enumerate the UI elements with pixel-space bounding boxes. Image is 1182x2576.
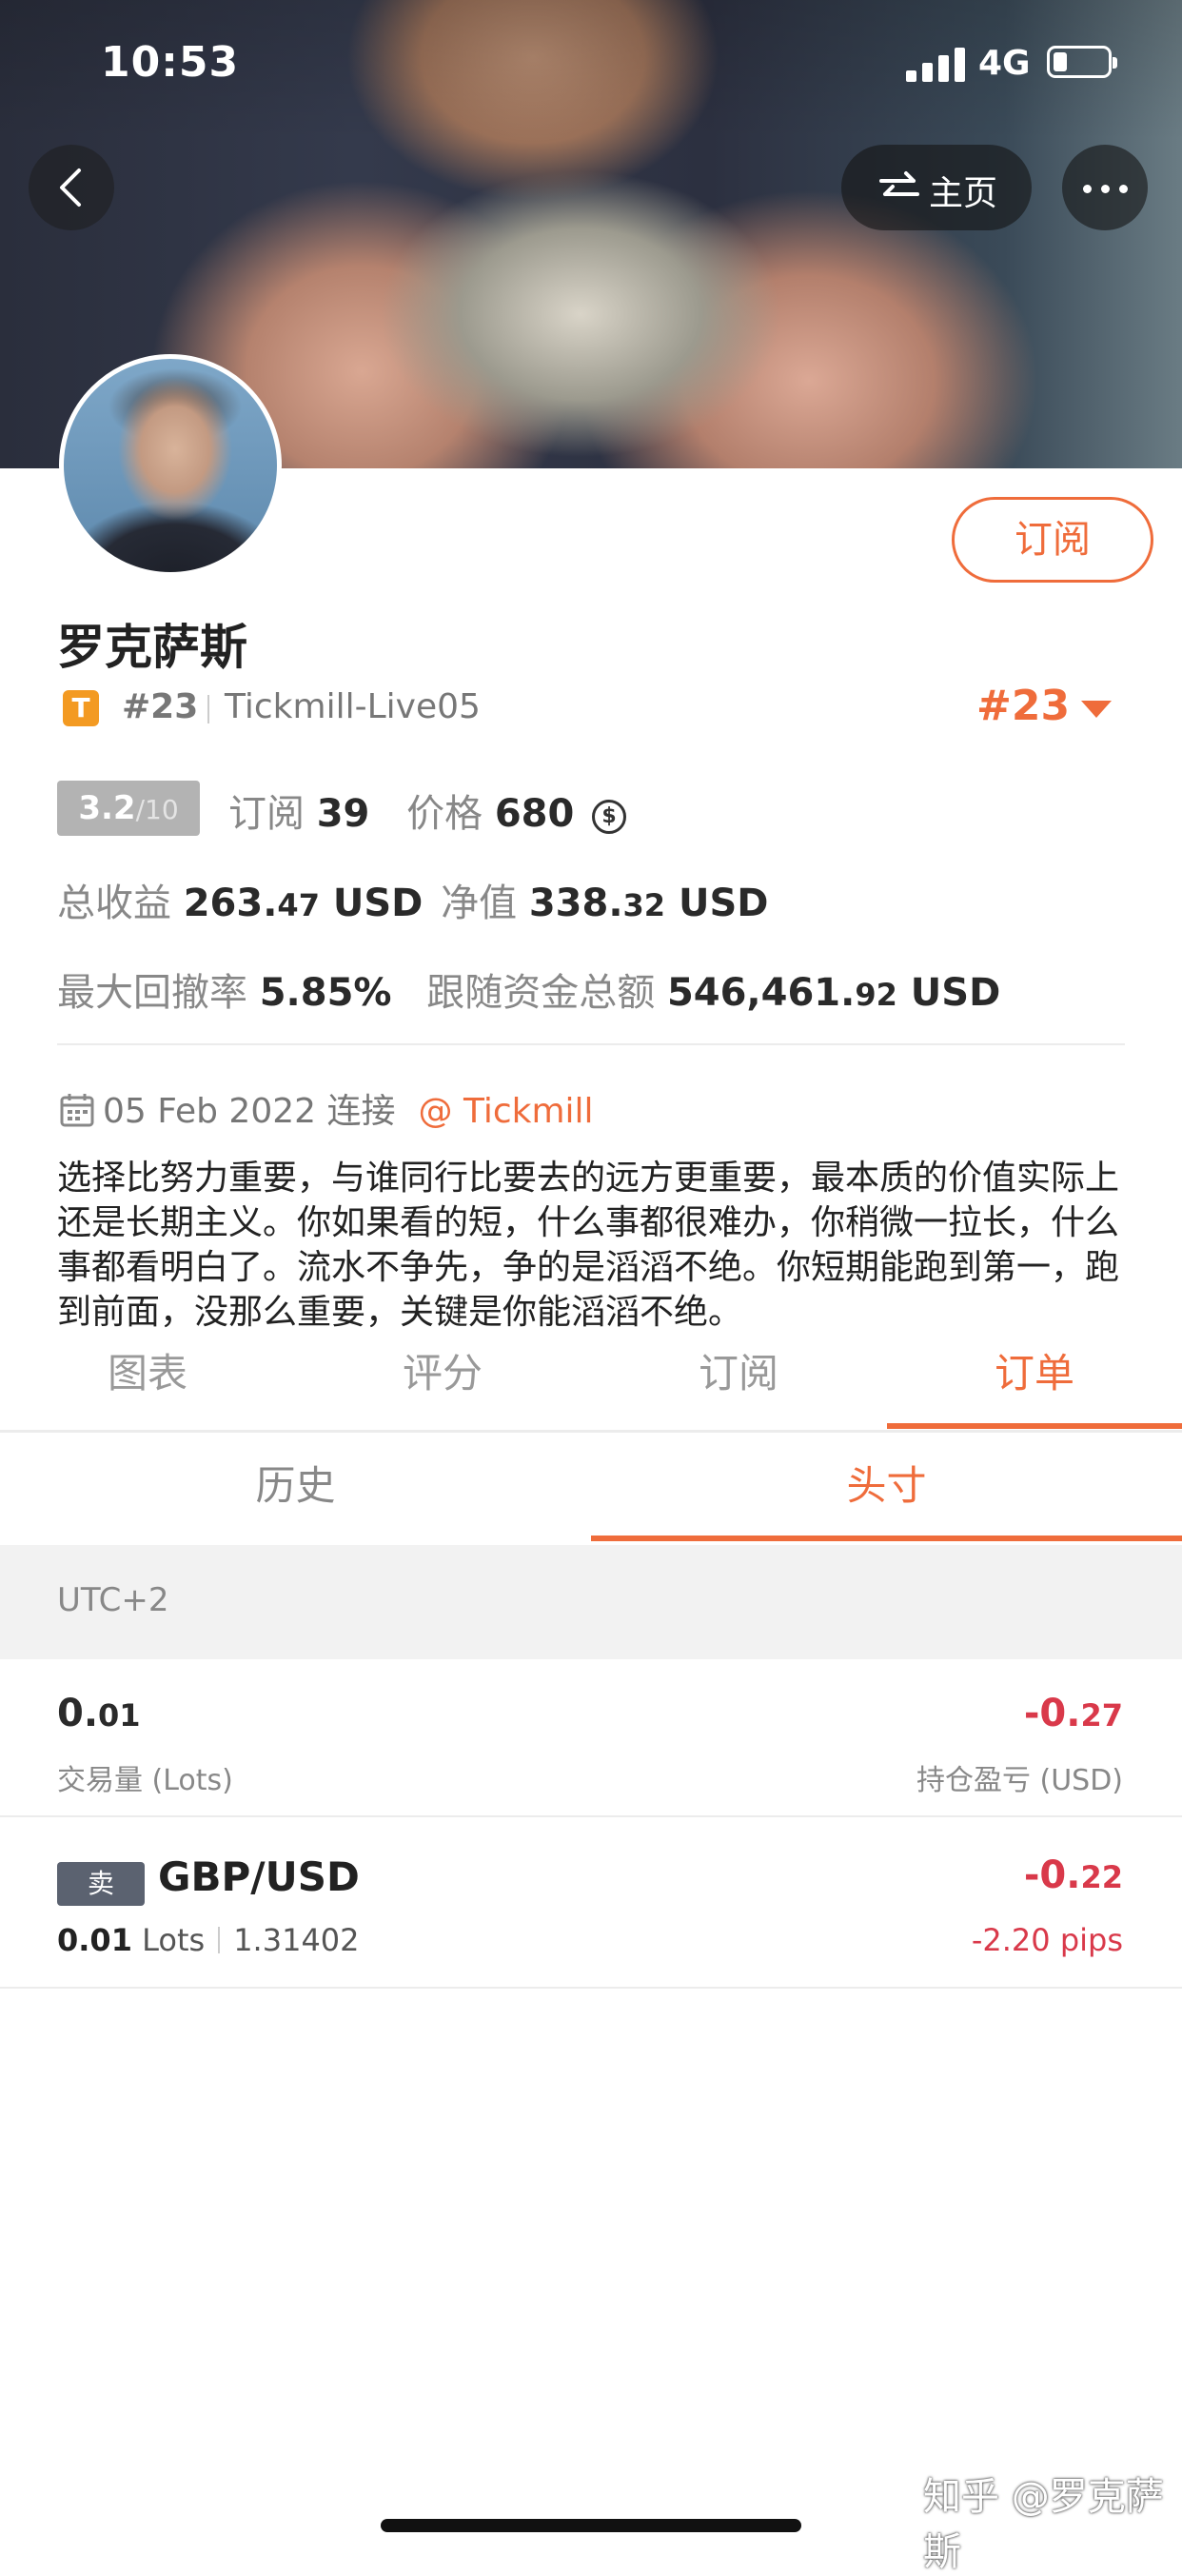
equity-unit: USD	[679, 882, 769, 925]
subscribers-label: 订阅	[228, 792, 305, 836]
total-pnl-decimals: 27	[1080, 1697, 1123, 1734]
rank-dropdown[interactable]: #23	[976, 682, 1070, 730]
status-time: 10:53	[101, 38, 240, 87]
divider	[218, 1927, 221, 1953]
position-pnl-main: -0.	[1023, 1853, 1081, 1897]
timezone-bar: UTC+2	[0, 1545, 1182, 1659]
back-button[interactable]	[29, 145, 114, 230]
main-tabs: 图表 评分 订阅 订单	[0, 1338, 1182, 1433]
follow-funds-label: 跟随资金总额	[426, 971, 656, 1015]
swap-icon	[879, 171, 919, 196]
home-button[interactable]: 主页	[841, 145, 1032, 230]
divider	[57, 1043, 1125, 1045]
caret-down-icon[interactable]	[1081, 701, 1112, 718]
battery-icon	[1047, 46, 1117, 78]
stats-row: 订阅 39 价格 680 $	[228, 783, 627, 838]
rank-small: #23	[122, 687, 199, 726]
tab-subscribe[interactable]: 订阅	[591, 1338, 886, 1433]
follow-funds-unit: USD	[910, 971, 1001, 1015]
total-profit-main: 263.	[183, 882, 278, 925]
equity-label: 净值	[441, 882, 518, 925]
subtab-history[interactable]: 历史	[0, 1433, 591, 1545]
home-indicator[interactable]	[381, 2519, 801, 2532]
bio-text: 选择比努力重要，与谁同行比要去的远方更重要，最本质的价值实际上还是长期主义。你如…	[57, 1159, 1120, 1332]
equity-decimals: 32	[622, 887, 666, 923]
position-pips: -2.20 pips	[971, 1922, 1123, 1958]
more-button[interactable]	[1062, 145, 1148, 230]
position-lots: 0.01	[57, 1922, 132, 1958]
position-detail: 0.01 Lots 1.31402	[57, 1922, 360, 1958]
watermark: 知乎 @罗克萨斯	[923, 2475, 1164, 2574]
side-badge: 卖	[57, 1862, 145, 1906]
connected-date: 05 Feb 2022 连接	[103, 1092, 396, 1131]
risk-row: 最大回撤率 5.85% 跟随资金总额 546,461.92 USD	[57, 961, 1000, 1017]
tab-orders[interactable]: 订单	[887, 1338, 1182, 1433]
list-item[interactable]: 卖 GBP/USD 0.01 Lots 1.31402 -0.22 -2.20 p…	[0, 1817, 1182, 1989]
subscribe-button[interactable]: 订阅	[952, 497, 1153, 583]
broker-logo-icon: T	[63, 690, 99, 726]
tab-rating[interactable]: 评分	[295, 1338, 590, 1433]
total-pnl: -0.27	[1024, 1692, 1123, 1735]
signal-icon	[906, 48, 967, 82]
trader-name: 罗克萨斯	[57, 620, 247, 675]
total-lots: 0.01	[57, 1692, 141, 1735]
max-drawdown-label: 最大回撤率	[57, 971, 247, 1015]
calendar-icon	[60, 1094, 94, 1127]
total-lots-label: 交易量 (Lots)	[57, 1764, 233, 1797]
total-pnl-label: 持仓盈亏 (USD)	[916, 1764, 1123, 1797]
broker-link[interactable]: @ Tickmill	[419, 1092, 594, 1131]
join-row: 05 Feb 2022 连接 @ Tickmill	[59, 1083, 594, 1133]
divider	[207, 695, 209, 723]
subscribers-value: 39	[316, 792, 370, 836]
price-label: 价格	[406, 792, 483, 836]
position-lots-unit: Lots	[142, 1922, 206, 1958]
total-pnl-main: -0.	[1023, 1692, 1081, 1735]
symbol: GBP/USD	[158, 1853, 360, 1900]
timezone-label: UTC+2	[57, 1581, 169, 1619]
open-price: 1.31402	[233, 1922, 360, 1958]
avatar[interactable]	[59, 354, 282, 577]
total-profit-unit: USD	[332, 882, 424, 925]
server-name: Tickmill-Live05	[225, 687, 481, 726]
total-lots-main: 0.	[57, 1692, 99, 1735]
follow-funds-main: 546,461.	[666, 971, 856, 1015]
profit-row: 总收益 263.47 USD 净值 338.32 USD	[57, 872, 769, 927]
position-pnl: -0.22	[1024, 1853, 1123, 1897]
price-value: 680	[494, 792, 575, 836]
active-tab-indicator	[887, 1423, 1182, 1429]
follow-funds-decimals: 92	[855, 977, 897, 1013]
home-label: 主页	[929, 174, 998, 213]
broker-row: T #23 Tickmill-Live05	[63, 687, 729, 729]
max-drawdown-value: 5.85%	[259, 971, 392, 1015]
score-value: 3.2	[78, 789, 136, 827]
equity-main: 338.	[528, 882, 623, 925]
chevron-left-icon	[60, 168, 81, 207]
subtab-positions[interactable]: 头寸	[591, 1433, 1182, 1545]
total-lots-decimals: 01	[98, 1697, 141, 1734]
position-pnl-decimals: 22	[1080, 1859, 1123, 1895]
active-subtab-indicator	[591, 1536, 1182, 1541]
total-profit-decimals: 47	[277, 887, 320, 923]
score-badge: 3.2/10	[57, 781, 200, 836]
total-profit-label: 总收益	[57, 882, 171, 925]
coin-icon: $	[592, 800, 627, 834]
sub-tabs: 历史 头寸	[0, 1433, 1182, 1545]
positions-summary: 0.01 交易量 (Lots) -0.27 持仓盈亏 (USD)	[0, 1659, 1182, 1817]
tab-chart[interactable]: 图表	[0, 1338, 295, 1433]
score-denominator: /10	[135, 794, 179, 825]
network-type: 4G	[978, 44, 1031, 83]
